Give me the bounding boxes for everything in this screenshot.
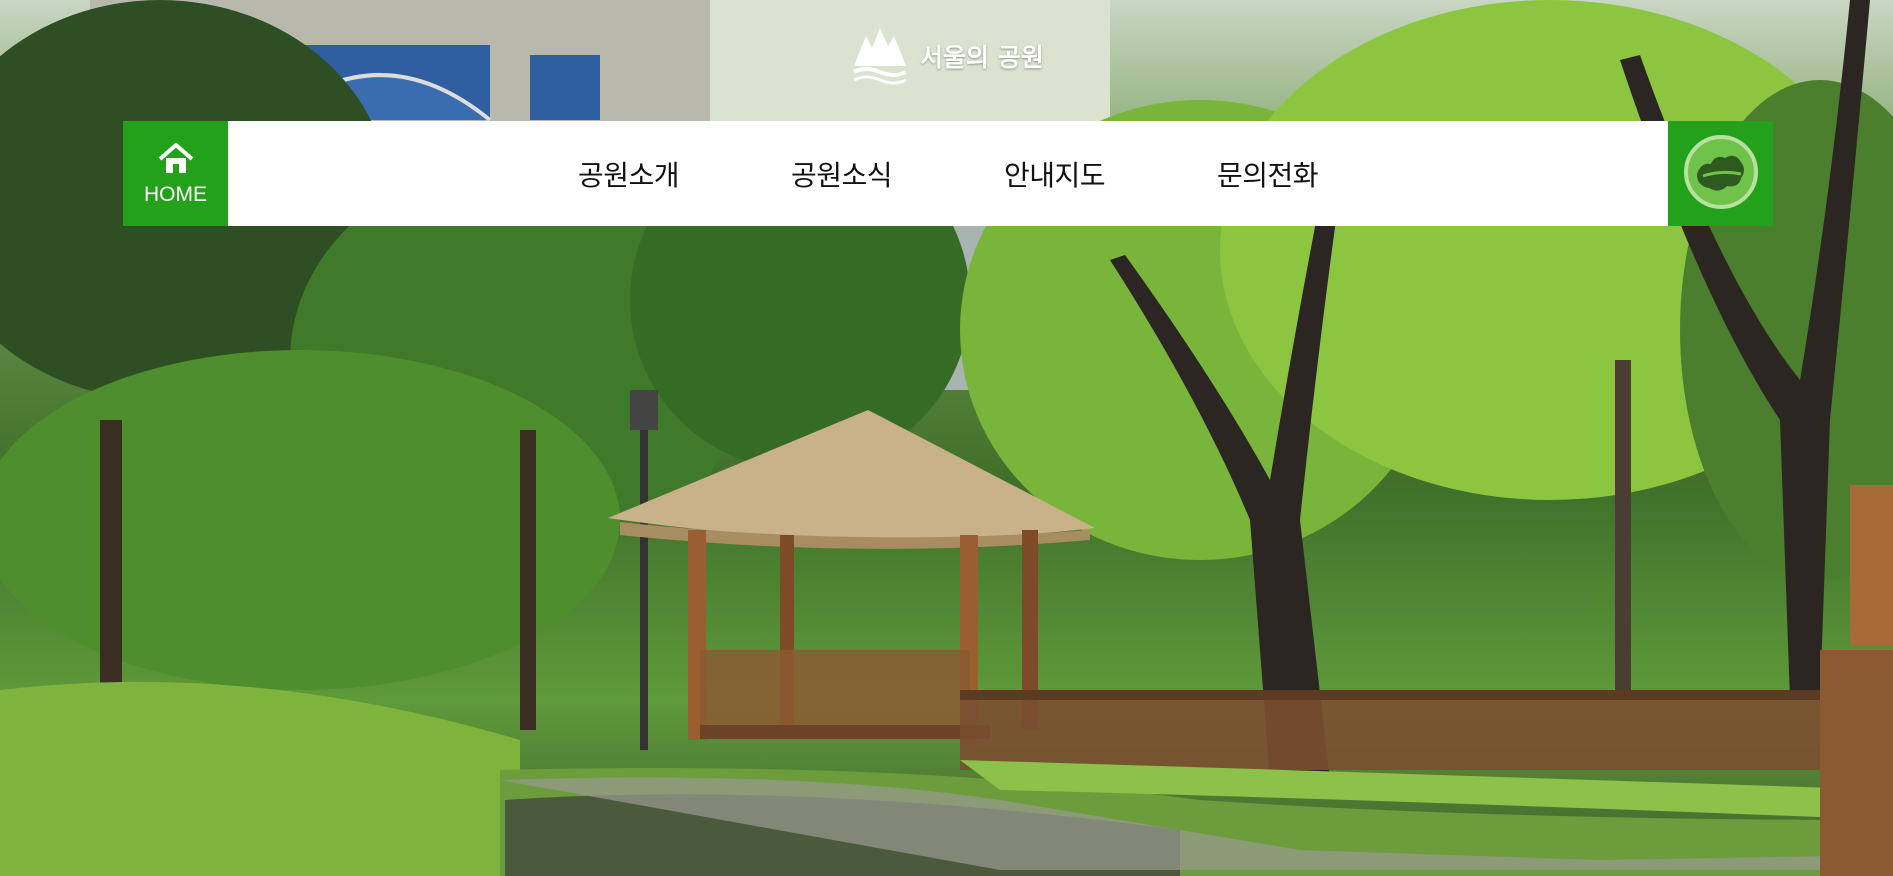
menu-item-park-intro[interactable]: 공원소개 (522, 154, 735, 194)
menu-item-guide-map[interactable]: 안내지도 (948, 154, 1161, 194)
main-navigation: 공원소개 공원소식 안내지도 문의전화 HOME (123, 121, 1773, 226)
hero-background: 서울의 공원 공원소개 공원소식 안내지도 문의전화 HOME (0, 0, 1893, 876)
seoul-map-button[interactable] (1668, 121, 1773, 226)
home-button[interactable]: HOME (123, 121, 228, 226)
site-title: 서울의 공원 (920, 43, 1044, 72)
main-menu: 공원소개 공원소식 안내지도 문의전화 (123, 121, 1773, 226)
seoul-map-icon (1683, 134, 1759, 214)
seoul-park-logo-icon (848, 22, 912, 90)
site-logo[interactable]: 서울의 공원 (848, 22, 1044, 90)
menu-item-contact[interactable]: 문의전화 (1161, 154, 1374, 194)
menu-item-park-news[interactable]: 공원소식 (735, 154, 948, 194)
home-label: HOME (144, 182, 207, 206)
home-icon (156, 141, 196, 179)
